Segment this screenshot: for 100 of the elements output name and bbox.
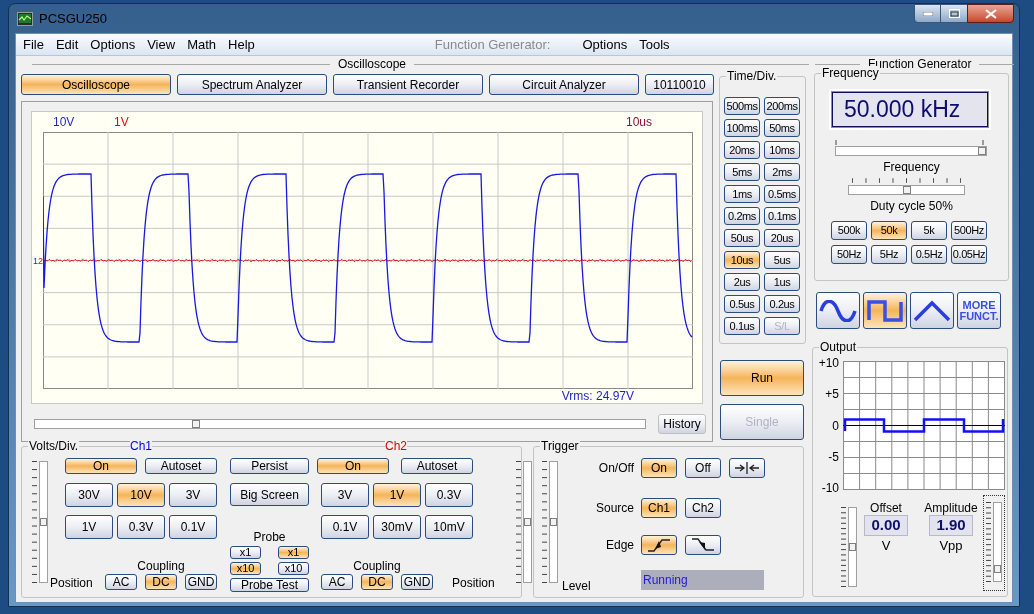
history-button[interactable]: History bbox=[658, 414, 706, 434]
frequency-range-button[interactable]: 5k bbox=[911, 221, 947, 240]
volts-range-button[interactable]: 3V bbox=[169, 483, 217, 507]
time-div-button[interactable]: 1ms bbox=[724, 185, 760, 203]
menu-item[interactable]: File bbox=[18, 34, 49, 55]
minimize-button[interactable] bbox=[914, 4, 941, 23]
probe-button[interactable]: x1 bbox=[278, 546, 309, 559]
channel-on-button[interactable]: On bbox=[317, 458, 389, 474]
slider-thumb[interactable] bbox=[40, 518, 47, 526]
volts-range-button[interactable]: 1V bbox=[373, 483, 421, 507]
time-div-button[interactable]: 50ms bbox=[764, 119, 800, 137]
autoset-button[interactable]: Autoset bbox=[145, 458, 217, 474]
volts-range-button[interactable]: 0.1V bbox=[169, 515, 217, 539]
menu-item[interactable]: Options bbox=[577, 34, 633, 55]
volts-range-button[interactable]: 0.3V bbox=[117, 515, 165, 539]
volts-range-button[interactable]: 10V bbox=[117, 483, 165, 507]
time-div-button[interactable]: 5us bbox=[764, 251, 800, 269]
waveform-button[interactable] bbox=[910, 292, 954, 329]
time-div-button[interactable]: 100ms bbox=[724, 119, 760, 137]
waveform-button[interactable] bbox=[816, 292, 860, 329]
time-div-button[interactable]: 5ms bbox=[724, 163, 760, 181]
menu-item[interactable]: Tools bbox=[634, 34, 675, 55]
slider-track[interactable] bbox=[835, 146, 987, 156]
slider-track[interactable] bbox=[848, 185, 965, 195]
persist-button[interactable]: Persist bbox=[230, 458, 309, 474]
trigger-button[interactable]: Ch1 bbox=[641, 498, 677, 518]
edge-button[interactable] bbox=[685, 535, 721, 555]
slider-thumb[interactable] bbox=[550, 518, 557, 526]
trigger-center-button[interactable] bbox=[729, 458, 765, 478]
big-screen-button[interactable]: Big Screen bbox=[230, 483, 309, 506]
time-div-button[interactable]: 2ms bbox=[764, 163, 800, 181]
time-div-button[interactable]: 0.1us bbox=[724, 317, 760, 335]
mode-tab[interactable]: Circuit Analyzer bbox=[489, 74, 639, 95]
probe-test-button[interactable]: Probe Test bbox=[230, 578, 309, 592]
more-functions-button[interactable]: MORE FUNCT. bbox=[957, 292, 1001, 329]
time-div-button[interactable]: 500ms bbox=[724, 97, 760, 115]
slider-thumb[interactable] bbox=[191, 420, 200, 428]
probe-button[interactable]: x1 bbox=[230, 546, 261, 559]
time-div-button[interactable]: 20us bbox=[764, 229, 800, 247]
slider-thumb[interactable] bbox=[849, 543, 856, 551]
frequency-range-button[interactable]: 500k bbox=[831, 221, 867, 240]
coupling-button[interactable]: DC bbox=[361, 574, 393, 590]
trigger-button[interactable]: Ch2 bbox=[685, 498, 721, 518]
channel-on-button[interactable]: On bbox=[65, 458, 137, 474]
time-div-button[interactable]: 200ms bbox=[764, 97, 800, 115]
slider-track[interactable] bbox=[549, 461, 558, 583]
waveform-button[interactable] bbox=[863, 292, 907, 329]
time-div-button[interactable]: 10us bbox=[724, 251, 760, 269]
mode-tab[interactable]: 10110010 bbox=[645, 74, 714, 95]
volts-range-button[interactable]: 0.1V bbox=[321, 515, 369, 539]
slider-thumb[interactable] bbox=[524, 518, 531, 526]
volts-range-button[interactable]: 0.3V bbox=[425, 483, 473, 507]
frequency-range-button[interactable]: 50k bbox=[871, 221, 907, 240]
slider-thumb[interactable] bbox=[994, 564, 1001, 573]
menu-item[interactable]: Help bbox=[223, 34, 260, 55]
volts-range-button[interactable]: 30V bbox=[65, 483, 113, 507]
time-div-button[interactable]: 2us bbox=[724, 273, 760, 291]
volts-range-button[interactable]: 1V bbox=[65, 515, 113, 539]
mode-tab[interactable]: Spectrum Analyzer bbox=[177, 74, 327, 95]
slider-track[interactable] bbox=[39, 461, 48, 583]
slider-track[interactable] bbox=[848, 507, 857, 587]
slider-track[interactable] bbox=[34, 419, 646, 429]
slider-thumb[interactable] bbox=[902, 186, 911, 194]
frequency-range-button[interactable]: 0.5Hz bbox=[911, 245, 947, 264]
frequency-range-button[interactable]: 50Hz bbox=[831, 245, 867, 264]
menu-item[interactable]: Math bbox=[182, 34, 222, 55]
volts-range-button[interactable]: 30mV bbox=[373, 515, 421, 539]
time-div-button[interactable]: 50us bbox=[724, 229, 760, 247]
frequency-range-button[interactable]: 5Hz bbox=[871, 245, 907, 264]
menu-item[interactable]: View bbox=[142, 34, 181, 55]
run-button[interactable]: Run bbox=[720, 360, 804, 396]
time-div-button[interactable]: 0.5us bbox=[724, 295, 760, 313]
volts-range-button[interactable]: 10mV bbox=[425, 515, 473, 539]
time-div-button[interactable]: 0.2us bbox=[764, 295, 800, 313]
trigger-button[interactable]: On bbox=[641, 458, 677, 478]
menu-item[interactable]: Options bbox=[85, 34, 141, 55]
time-div-button[interactable]: 0.2ms bbox=[724, 207, 760, 225]
time-div-button[interactable]: 10ms bbox=[764, 141, 800, 159]
mode-tab[interactable]: Transient Recorder bbox=[333, 74, 483, 95]
time-div-button[interactable]: 1us bbox=[764, 273, 800, 291]
maximize-button[interactable] bbox=[941, 4, 967, 23]
coupling-button[interactable]: DC bbox=[145, 574, 177, 590]
probe-button[interactable]: x10 bbox=[230, 562, 261, 575]
edge-button[interactable] bbox=[641, 535, 677, 555]
mode-tab[interactable]: Oscilloscope bbox=[21, 74, 171, 95]
frequency-range-button[interactable]: 0.05Hz bbox=[951, 245, 987, 264]
time-div-button[interactable]: 0.1ms bbox=[764, 207, 800, 225]
slider-track[interactable] bbox=[993, 502, 1002, 582]
coupling-button[interactable]: AC bbox=[321, 574, 353, 590]
frequency-range-button[interactable]: 500Hz bbox=[951, 221, 987, 240]
time-div-button[interactable]: 20ms bbox=[724, 141, 760, 159]
slider-track[interactable] bbox=[523, 461, 532, 583]
coupling-button[interactable]: GND bbox=[401, 574, 433, 590]
coupling-button[interactable]: AC bbox=[105, 574, 137, 590]
volts-range-button[interactable]: 3V bbox=[321, 483, 369, 507]
autoset-button[interactable]: Autoset bbox=[401, 458, 473, 474]
time-div-button[interactable]: 0.5ms bbox=[764, 185, 800, 203]
menu-item[interactable]: Edit bbox=[50, 34, 84, 55]
close-button[interactable] bbox=[967, 4, 1014, 23]
trigger-button[interactable]: Off bbox=[685, 458, 721, 478]
